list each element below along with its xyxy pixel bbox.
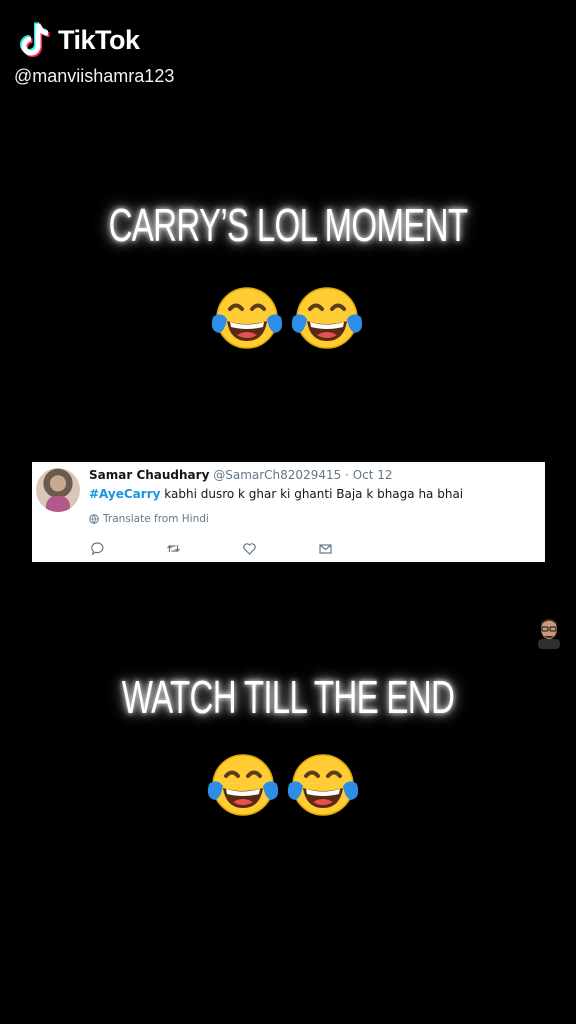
- retweet-button[interactable]: [166, 540, 242, 556]
- tiktok-watermark: TikTok: [18, 20, 140, 60]
- share-button[interactable]: [318, 540, 394, 556]
- reply-button[interactable]: [90, 540, 166, 556]
- tiktok-wordmark: TikTok: [58, 24, 140, 55]
- watermark-username: @manviishamra123: [14, 66, 175, 86]
- tweet-actions: [90, 540, 394, 556]
- tweet-body-text: kabhi dusro k ghar ki ghanti Baja k bhag…: [160, 487, 464, 501]
- translate-label: Translate from Hindi: [103, 513, 209, 525]
- laughing-tears-emoji-icon: [287, 754, 359, 816]
- tweet-author-name[interactable]: Samar Chaudhary: [89, 468, 209, 482]
- retweet-icon: [167, 544, 180, 552]
- laughing-tears-emoji-icon: [211, 287, 283, 349]
- avatar-sticker-icon: [538, 618, 560, 649]
- tweet-header: Samar Chaudhary @SamarCh82029415 · Oct 1…: [89, 468, 393, 482]
- emoji-row-bottom: [0, 750, 571, 820]
- tweet-card: Samar Chaudhary @SamarCh82029415 · Oct 1…: [32, 462, 545, 562]
- emoji-row-top: [0, 283, 575, 353]
- tweet-handle-date: @SamarCh82029415 · Oct 12: [213, 468, 393, 482]
- tweet-author-avatar[interactable]: [36, 468, 80, 512]
- like-button[interactable]: [242, 540, 318, 556]
- tiktok-logo-icon: [20, 21, 50, 57]
- like-icon: [243, 542, 256, 555]
- translate-link[interactable]: Translate from Hindi: [89, 513, 209, 525]
- globe-icon: [89, 514, 99, 524]
- share-icon: [319, 543, 332, 554]
- reply-icon: [91, 541, 104, 555]
- tweet-hashtag-link[interactable]: #AyeCarry: [89, 487, 160, 501]
- caption-top: CARRY’S LOL MOMENT: [108, 199, 469, 251]
- tweet-text: #AyeCarry kabhi dusro k ghar ki ghanti B…: [89, 487, 463, 501]
- caption-bottom: WATCH TILL THE END: [121, 671, 455, 723]
- laughing-tears-emoji-icon: [291, 287, 363, 349]
- laughing-tears-emoji-icon: [207, 754, 279, 816]
